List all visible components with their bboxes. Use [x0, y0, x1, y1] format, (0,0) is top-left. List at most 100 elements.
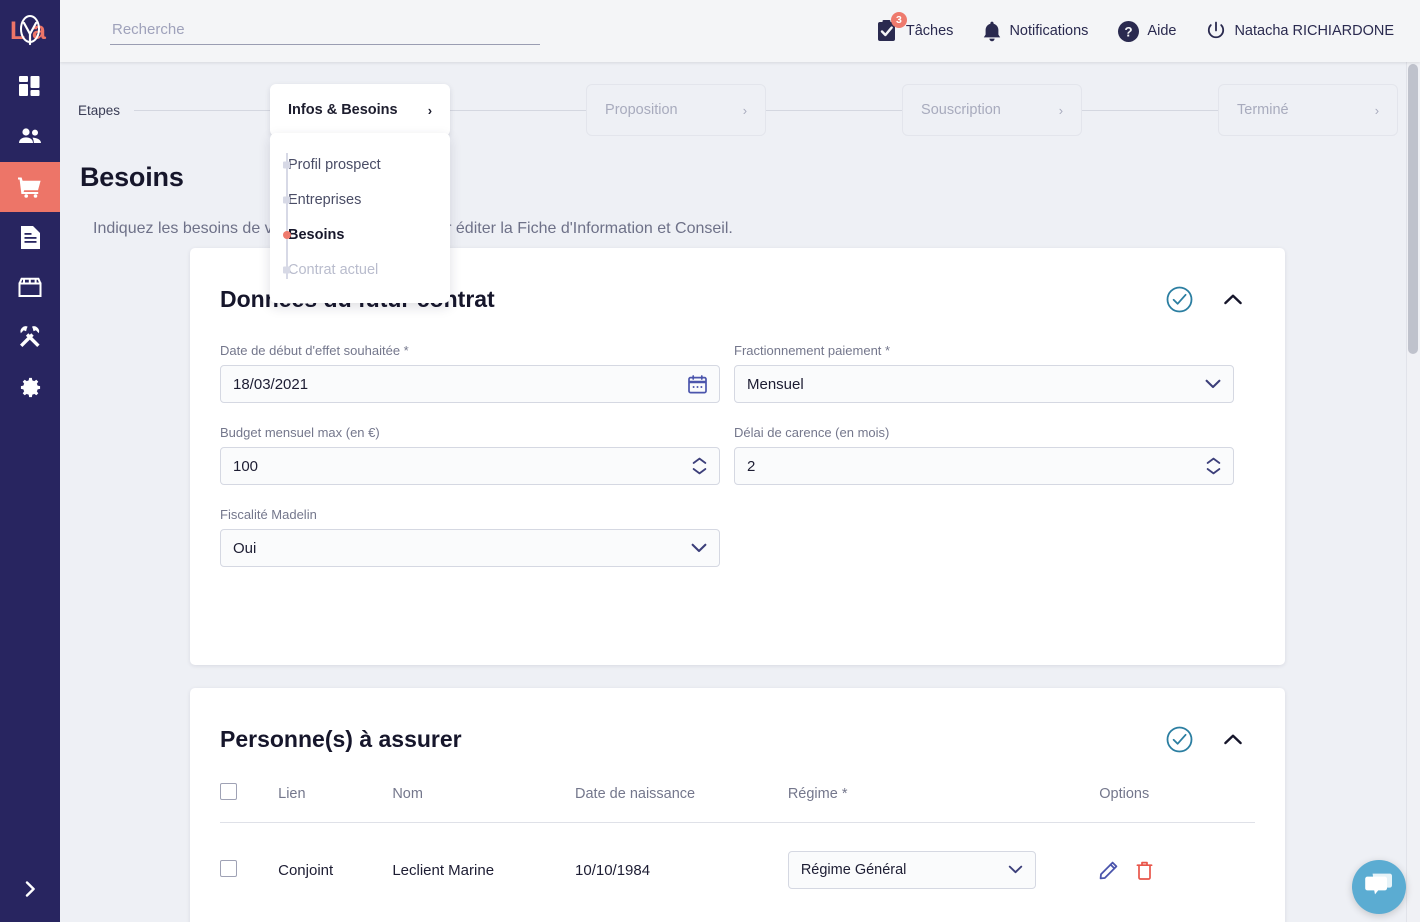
stepper-icon[interactable] — [1206, 457, 1221, 475]
chevron-right-icon — [24, 880, 37, 903]
page-title: Besoins — [80, 162, 184, 193]
chevron-right-icon: › — [742, 102, 748, 118]
field-value: 18/03/2021 — [233, 375, 309, 393]
regime-value: Régime Général — [800, 862, 907, 878]
tasks-checklist-icon: 3 — [877, 12, 907, 42]
persons-table: Lien Nom Date de naissance Régime * Opti… — [220, 783, 1255, 889]
column-header-date-naissance: Date de naissance — [575, 783, 788, 823]
field-label: Fractionnement paiement * — [734, 343, 891, 358]
tasks-label: Tâches — [905, 23, 954, 39]
fiscalite-madelin-select[interactable]: Oui — [220, 529, 720, 567]
steps-label: Etapes — [78, 102, 121, 118]
budget-input[interactable]: 100 — [220, 447, 720, 485]
check-circle-icon[interactable] — [1166, 726, 1193, 753]
cell-nom: Leclient Marine — [392, 861, 495, 879]
steps-connector-3 — [766, 109, 903, 111]
tasks-badge: 3 — [890, 12, 907, 28]
sidebar-item-parametres[interactable] — [0, 362, 60, 412]
submenu-item-besoins[interactable]: Besoins — [270, 217, 450, 252]
cell-regime: Régime Général — [787, 823, 1099, 889]
card-donnees-futur-contrat: Données du futur contrat — [190, 248, 1285, 665]
dashboard-grid-icon — [19, 76, 41, 98]
carence-input[interactable]: 2 — [734, 447, 1234, 485]
steps-bar: Etapes Infos & Besoins › Proposition › S… — [78, 84, 1399, 136]
field-fractionnement: Fractionnement paiement * Mensuel — [734, 343, 1234, 403]
submenu-item-profil-prospect[interactable]: Profil prospect — [270, 147, 450, 182]
field-value: 2 — [747, 457, 756, 475]
chevron-up-icon[interactable] — [1223, 293, 1243, 306]
submenu-label: Profil prospect — [288, 156, 381, 173]
users-icon — [18, 127, 42, 147]
top-bar: 3 Tâches Notifications ? — [60, 0, 1420, 62]
shopping-cart-icon — [18, 176, 42, 198]
submenu-bullet-active-icon — [283, 230, 291, 239]
document-icon — [20, 225, 40, 249]
help-button[interactable]: ? Aide — [1118, 20, 1177, 42]
submenu-label: Contrat actuel — [288, 261, 379, 278]
scrollbar-thumb[interactable] — [1408, 64, 1418, 354]
search-input[interactable] — [110, 17, 540, 45]
chevron-up-icon[interactable] — [1223, 733, 1243, 746]
steps-connector-2 — [450, 109, 587, 111]
regime-select[interactable]: Régime Général — [787, 851, 1036, 889]
step-chip-souscription[interactable]: Souscription › — [902, 84, 1083, 136]
field-value: Oui — [233, 539, 257, 557]
vertical-scrollbar[interactable] — [1406, 62, 1420, 922]
sidebar-item-clients[interactable] — [0, 112, 60, 162]
step-chip-proposition[interactable]: Proposition › — [586, 84, 767, 136]
field-fiscalite-madelin: Fiscalité Madelin Oui — [220, 507, 720, 567]
column-header-lien: Lien — [278, 783, 393, 823]
field-label: Date de début d'effet souhaitée * — [220, 343, 409, 358]
sidebar-expand-button[interactable] — [0, 860, 60, 922]
steps-connector-4 — [1082, 109, 1219, 111]
help-label: Aide — [1147, 23, 1177, 39]
field-label: Budget mensuel max (en €) — [220, 425, 380, 440]
notifications-button[interactable]: Notifications — [983, 21, 1088, 42]
delete-trash-icon[interactable] — [1136, 861, 1153, 880]
select-all-checkbox[interactable] — [220, 783, 237, 800]
check-circle-icon[interactable] — [1166, 286, 1193, 313]
row-action-buttons — [1099, 861, 1255, 880]
chevron-down-icon — [1205, 379, 1221, 389]
chevron-down-icon — [1008, 862, 1023, 878]
date-effet-input[interactable]: 18/03/2021 — [220, 365, 720, 403]
card-title: Personne(s) à assurer — [220, 726, 462, 752]
bell-icon — [983, 21, 1001, 42]
card-personnes-a-assurer: Personne(s) à assurer Lien Nom Date de n… — [190, 688, 1285, 922]
step-label: Terminé — [1237, 102, 1289, 118]
column-select-all — [220, 783, 279, 823]
user-name-label: Natacha RICHIARDONE — [1234, 23, 1394, 39]
sidebar-item-documents[interactable] — [0, 212, 60, 262]
calendar-icon[interactable] — [688, 374, 707, 394]
card-header: Personne(s) à assurer — [190, 688, 1285, 753]
submenu-item-contrat-actuel: Contrat actuel — [270, 252, 450, 287]
page-description: Indiquez les besoins de votre client afi… — [93, 220, 733, 237]
submenu-item-entreprises[interactable]: Entreprises — [270, 182, 450, 217]
step-label: Souscription — [921, 102, 1001, 118]
tools-icon — [18, 325, 42, 349]
sidebar-item-ventes[interactable] — [0, 162, 60, 212]
fractionnement-select[interactable]: Mensuel — [734, 365, 1234, 403]
table-body: Conjoint Leclient Marine 10/10/1984 Régi… — [220, 823, 1255, 889]
tasks-button[interactable]: 3 Tâches — [877, 12, 954, 42]
sidebar-item-dashboard[interactable] — [0, 62, 60, 112]
step-chip-termine[interactable]: Terminé › — [1218, 84, 1399, 136]
edit-pencil-icon[interactable] — [1099, 861, 1118, 880]
field-value: Mensuel — [747, 375, 804, 393]
sidebar-item-boutique[interactable] — [0, 262, 60, 312]
field-budget: Budget mensuel max (en €) 100 — [220, 425, 720, 485]
field-carence: Délai de carence (en mois) 2 — [734, 425, 1234, 485]
app-logo[interactable]: L a — [0, 0, 60, 62]
chevron-right-icon: › — [427, 102, 433, 118]
chat-support-button[interactable] — [1352, 860, 1406, 914]
sidebar-item-outils[interactable] — [0, 312, 60, 362]
row-checkbox[interactable] — [220, 859, 237, 877]
stepper-icon[interactable] — [692, 457, 707, 475]
step-chip-infos-besoins[interactable]: Infos & Besoins › — [270, 84, 451, 136]
field-value: 100 — [233, 457, 259, 475]
user-logout-button[interactable]: Natacha RICHIARDONE — [1206, 21, 1394, 41]
chat-bubbles-icon — [1365, 872, 1393, 903]
field-label: Délai de carence (en mois) — [734, 425, 890, 440]
power-icon — [1206, 21, 1226, 41]
contract-form: Date de début d'effet souhaitée * 18/03/… — [190, 313, 1285, 567]
